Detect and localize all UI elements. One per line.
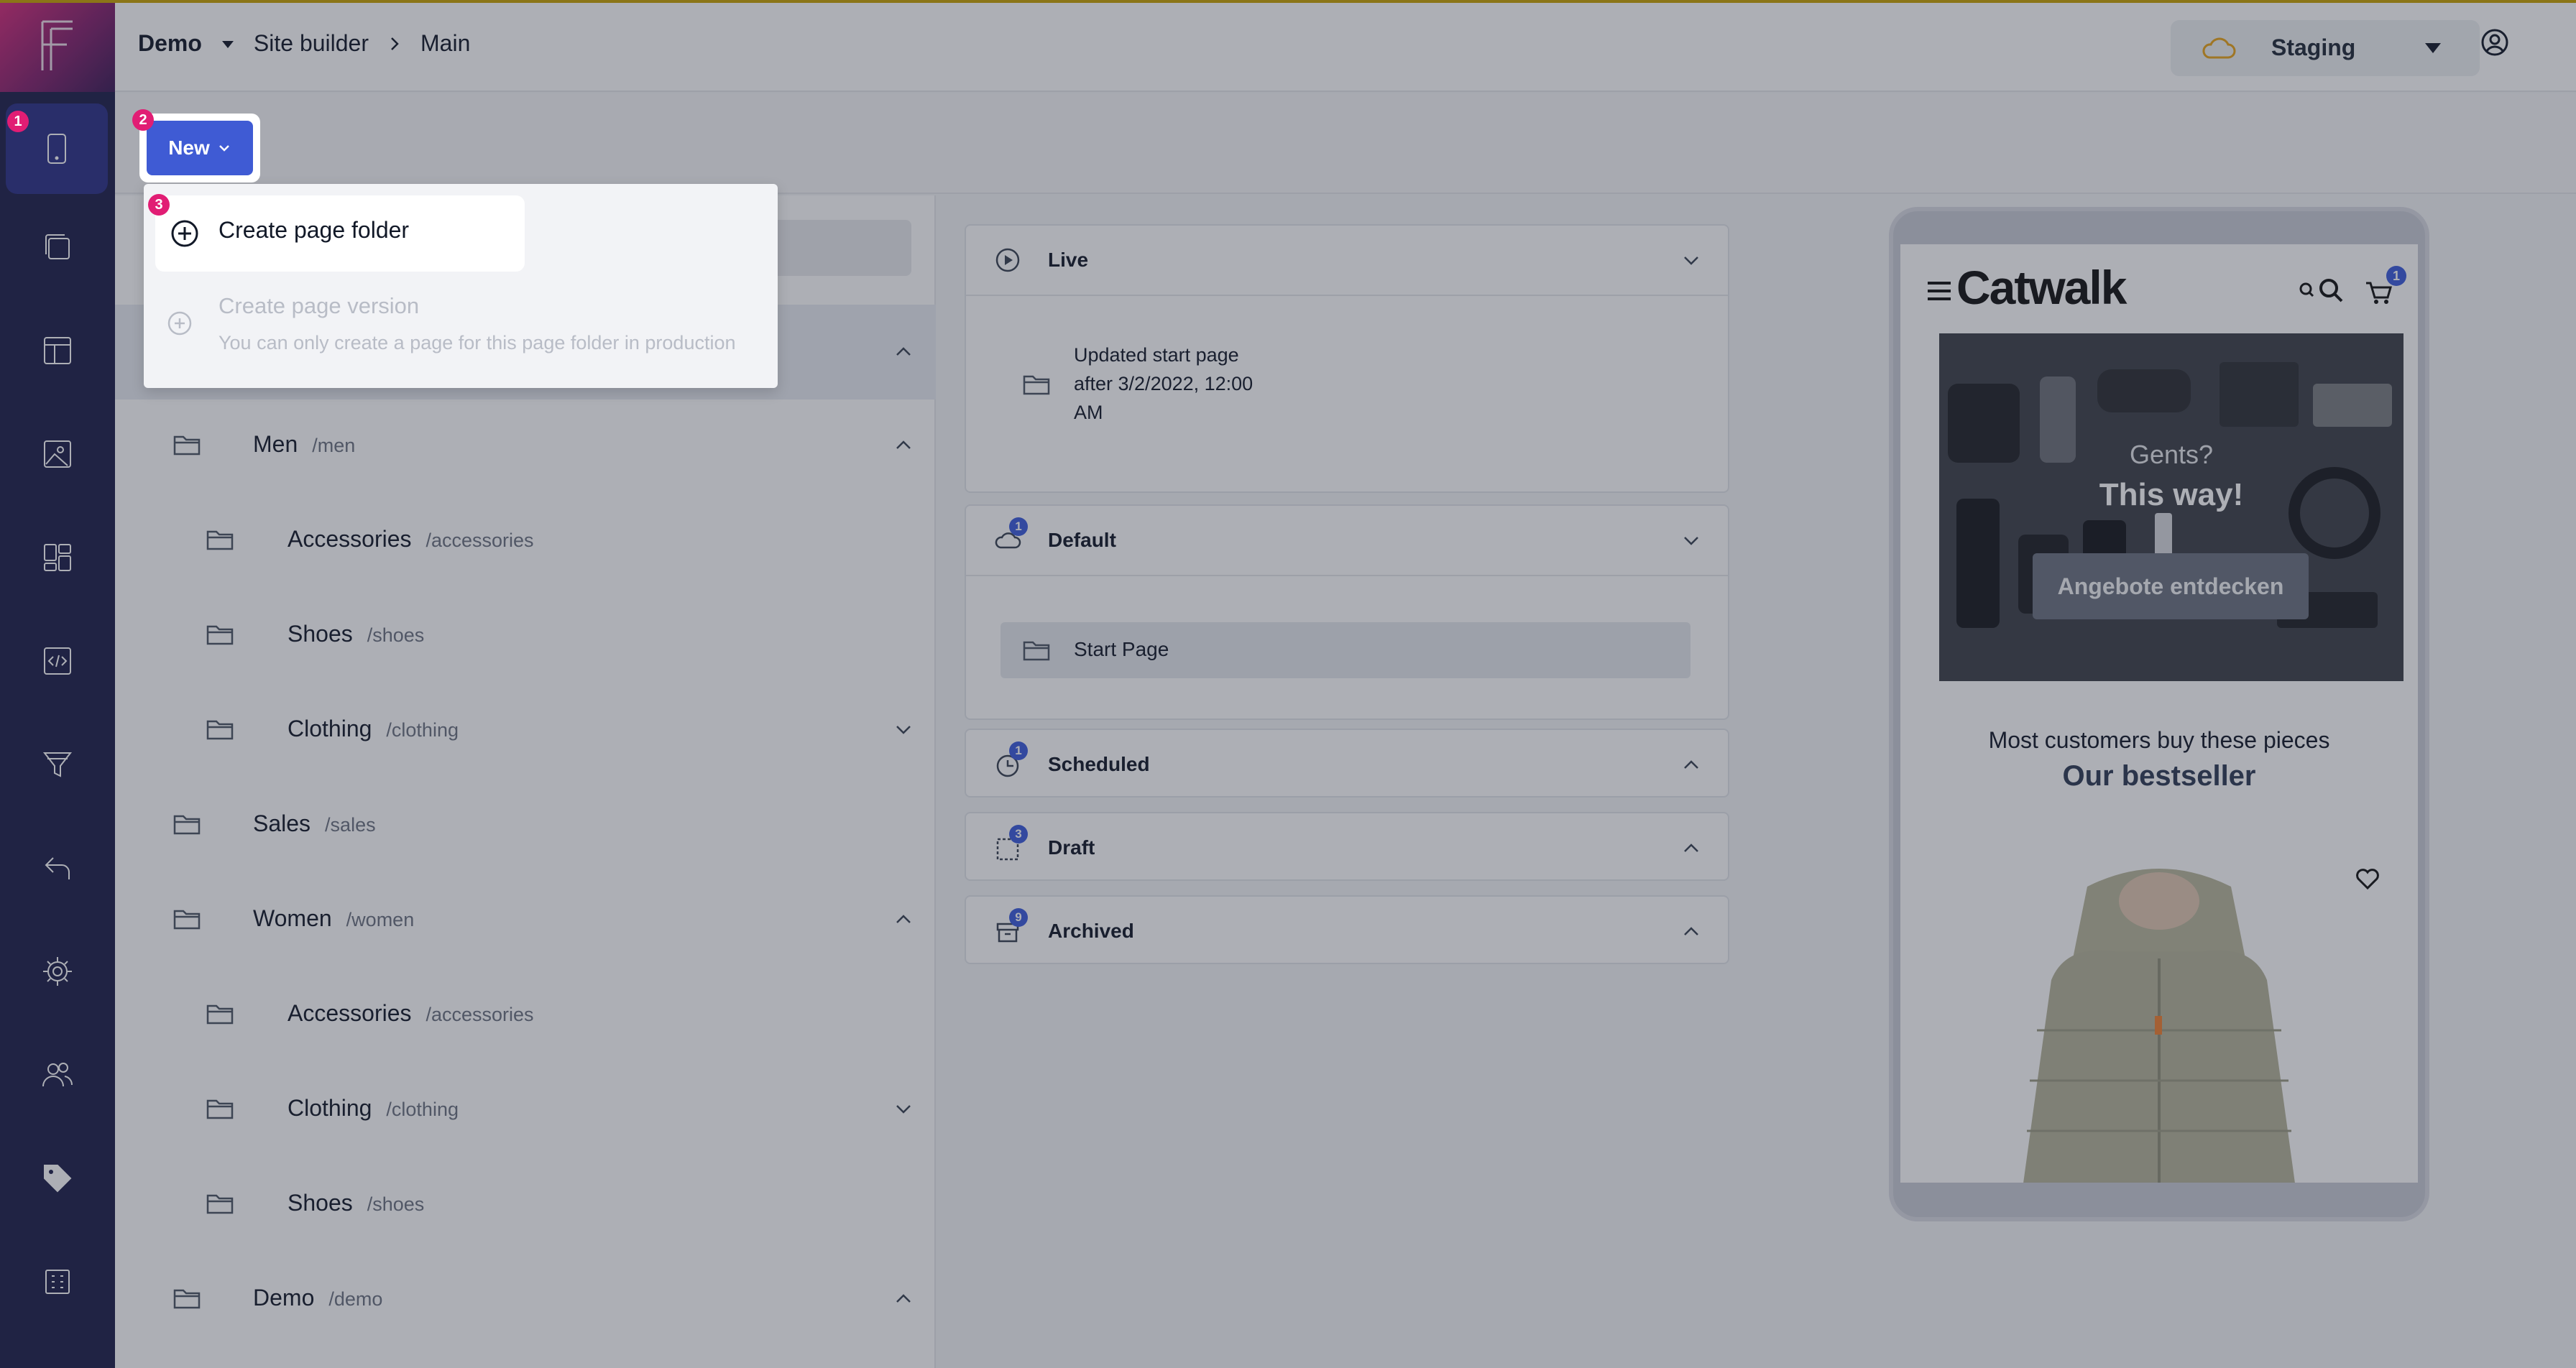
tour-step-2-badge: 2 [132,109,154,131]
new-button-label: New [168,137,210,159]
create-page-version-hint: You can only create a page for this page… [218,332,736,353]
tour-step-3-badge: 3 [148,194,170,216]
create-page-folder-option[interactable]: Create page folder [155,195,525,272]
chevron-down-icon [218,145,229,152]
create-page-folder-label: Create page folder [218,217,410,243]
tour-step-1-badge: 1 [7,111,29,132]
plus-circle-icon [171,220,198,247]
plus-circle-icon [167,311,192,336]
create-page-version-option: Create page version [218,293,420,318]
new-button-highlight: New [139,114,260,182]
new-button[interactable]: New [147,121,253,175]
